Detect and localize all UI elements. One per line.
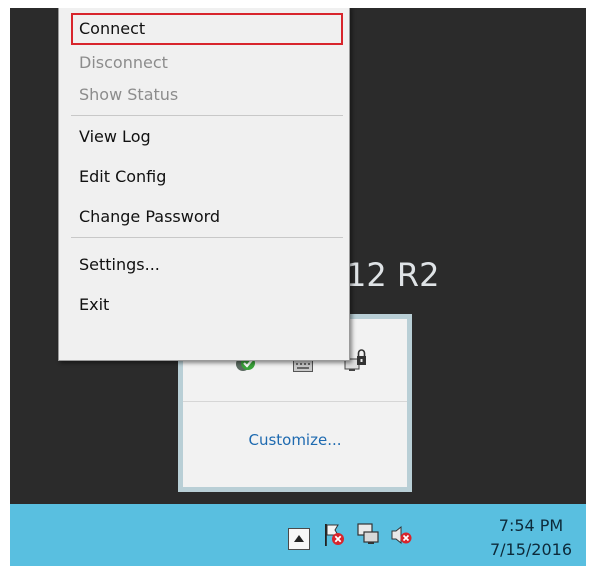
customize-link[interactable]: Customize... <box>183 431 407 449</box>
tray-context-menu: Connect Disconnect Show Status View Log … <box>58 8 350 361</box>
taskbar: 7:54 PM 7/15/2016 <box>10 504 586 566</box>
clock-date: 7/15/2016 <box>489 540 573 559</box>
menu-item-show-status[interactable]: Show Status <box>71 79 343 111</box>
menu-item-view-log[interactable]: View Log <box>71 121 343 153</box>
desktop-os-label: 12 R2 <box>346 256 440 294</box>
menu-gutter <box>59 8 67 360</box>
menu-item-settings[interactable]: Settings... <box>71 249 343 281</box>
menu-separator <box>71 237 343 238</box>
menu-separator <box>71 115 343 116</box>
menu-item-change-password[interactable]: Change Password <box>71 201 343 233</box>
menu-item-disconnect[interactable]: Disconnect <box>71 47 343 79</box>
volume-muted-icon[interactable] <box>390 524 414 550</box>
menu-item-connect[interactable]: Connect <box>71 13 343 45</box>
menu-item-edit-config[interactable]: Edit Config <box>71 161 343 193</box>
show-hidden-icons-button[interactable] <box>288 528 310 550</box>
clock-time: 7:54 PM <box>498 516 564 535</box>
menu-item-exit[interactable]: Exit <box>71 289 343 321</box>
screen: 12 R2 Customize... Connect Disconnect Sh… <box>10 8 586 566</box>
flyout-divider <box>183 401 407 402</box>
action-center-flag-error-icon[interactable] <box>322 522 346 552</box>
network-icon[interactable] <box>356 522 380 550</box>
taskbar-clock[interactable]: 7:54 PM 7/15/2016 <box>486 514 576 562</box>
